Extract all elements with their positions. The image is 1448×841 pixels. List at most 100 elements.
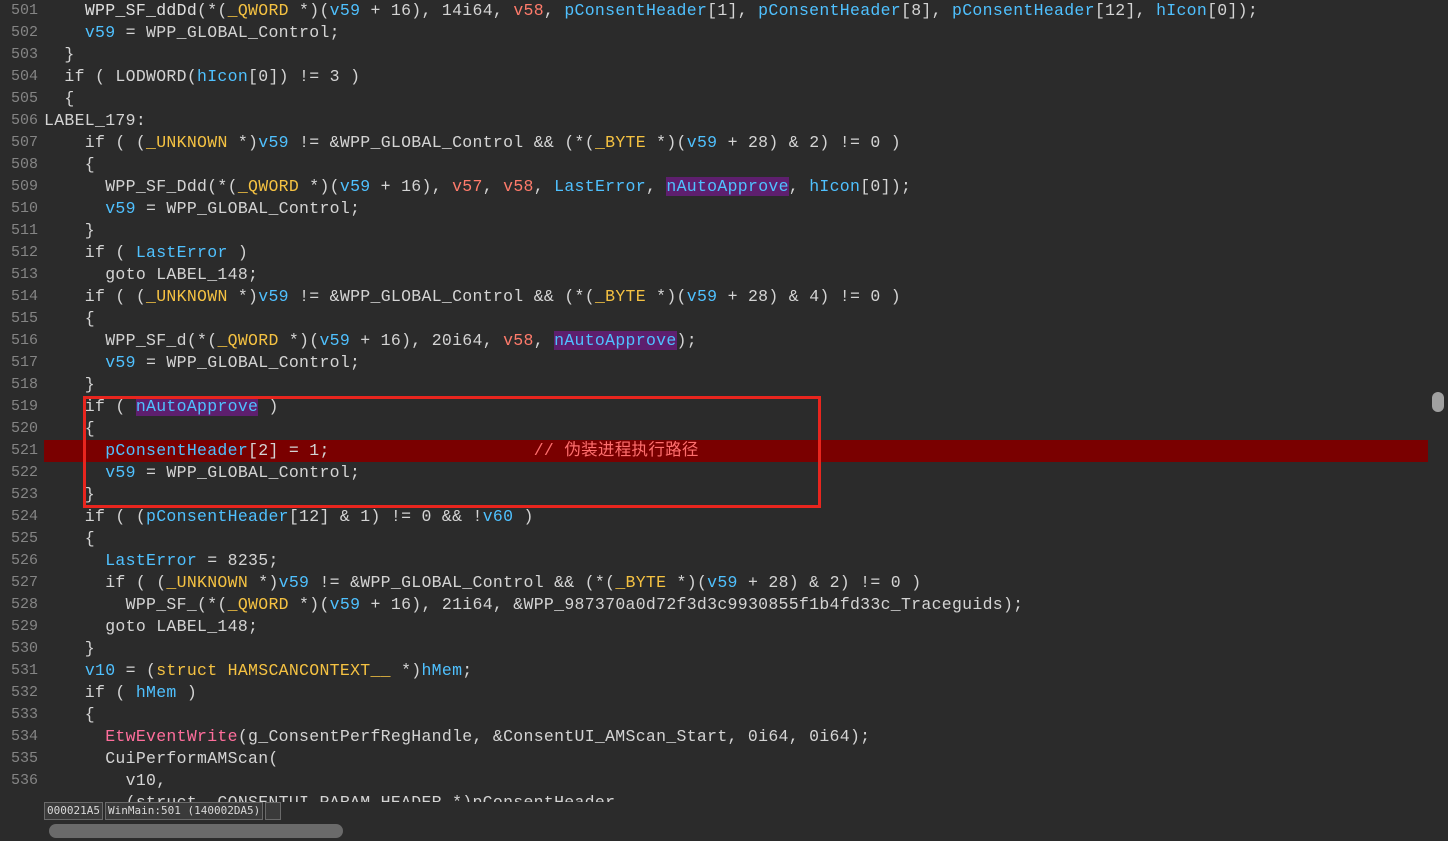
code-token: [0]); — [1207, 1, 1259, 20]
code-line[interactable]: goto LABEL_148; — [44, 616, 258, 638]
code-token: *) — [390, 661, 422, 680]
code-token: { — [44, 529, 96, 548]
code-token: *) — [248, 573, 279, 592]
code-line[interactable]: (struct _CONSENTUI_PARAM_HEADER *)pConse… — [44, 792, 615, 802]
horizontal-scroll-thumb[interactable] — [49, 824, 343, 838]
code-token: goto LABEL_148; — [44, 617, 259, 636]
code-line[interactable]: if ( LastError ) — [44, 242, 248, 264]
code-token: + 28) & 2) != 0 ) — [737, 573, 922, 592]
code-token: EtwEventWrite — [105, 727, 238, 746]
code-line[interactable]: if ( (pConsentHeader[12] & 1) != 0 && !v… — [44, 506, 534, 528]
code-line[interactable]: if ( (_UNKNOWN *)v59 != &WPP_GLOBAL_Cont… — [44, 132, 901, 154]
code-token: if ( ( — [44, 507, 147, 526]
code-token: nAutoApprove — [666, 177, 789, 196]
code-line[interactable]: { — [44, 88, 75, 110]
code-token: = WPP_GLOBAL_Control; — [135, 199, 361, 218]
code-token: if ( — [44, 683, 136, 702]
line-number: 522 — [10, 464, 38, 481]
code-token: { — [44, 309, 96, 328]
code-line[interactable]: WPP_SF_Ddd(*(_QWORD *)(v59 + 16), v57, v… — [44, 176, 911, 198]
code-token: (g_ConsentPerfRegHandle, &ConsentUI_AMSc… — [237, 727, 871, 746]
vertical-scroll-thumb[interactable] — [1432, 392, 1444, 412]
code-line[interactable]: v10 = (struct HAMSCANCONTEXT__ *)hMem; — [44, 660, 473, 682]
code-line[interactable]: if ( (_UNKNOWN *)v59 != &WPP_GLOBAL_Cont… — [44, 572, 921, 594]
code-token: LABEL_179: — [44, 111, 147, 130]
code-line[interactable]: CuiPerformAMScan( — [44, 748, 279, 770]
code-line[interactable]: if ( hMem ) — [44, 682, 197, 704]
line-number: 529 — [10, 618, 38, 635]
code-token: LastError — [554, 177, 646, 196]
code-token: ) — [513, 507, 534, 526]
code-token: [12], — [1094, 1, 1157, 20]
code-token: struct HAMSCANCONTEXT__ — [156, 661, 391, 680]
code-token: { — [44, 705, 96, 724]
code-token: + 16), — [370, 177, 453, 196]
code-token: + 16), 14i64, — [360, 1, 514, 20]
line-number: 503 — [10, 46, 38, 63]
code-line[interactable]: v59 = WPP_GLOBAL_Control; — [44, 198, 360, 220]
code-line[interactable]: } — [44, 638, 95, 660]
code-line[interactable]: } — [44, 44, 75, 66]
code-line[interactable]: v10, — [44, 770, 167, 792]
code-token: *)( — [288, 1, 330, 20]
code-line[interactable]: if ( LODWORD(hIcon[0]) != 3 ) — [44, 66, 360, 88]
code-token: pConsentHeader — [758, 1, 901, 20]
code-token: (*( — [197, 1, 228, 20]
code-token: _QWORD — [217, 331, 279, 350]
code-token: = WPP_GLOBAL_Control; — [115, 23, 340, 42]
line-number: 501 — [10, 2, 38, 19]
code-line[interactable]: { — [44, 704, 95, 726]
code-line[interactable]: v59 = WPP_GLOBAL_Control; — [44, 352, 360, 374]
code-token: CuiPerformAMScan( — [44, 749, 279, 768]
code-line[interactable]: WPP_SF_(*(_QWORD *)(v59 + 16), 21i64, &W… — [44, 594, 1023, 616]
line-number: 513 — [10, 266, 38, 283]
code-token: + 28) & 4) != 0 ) — [717, 287, 902, 306]
code-token: *)( — [299, 177, 340, 196]
code-token: pConsentHeader — [146, 507, 289, 526]
code-token: _UNKNOWN — [146, 287, 228, 306]
code-token: _UNKNOWN — [146, 133, 228, 152]
code-token: if ( ( — [44, 573, 167, 592]
line-number: 525 — [10, 530, 38, 547]
code-line[interactable]: WPP_SF_ddDd(*(_QWORD *)(v59 + 16), 14i64… — [44, 0, 1258, 22]
code-line[interactable]: { — [44, 308, 95, 330]
code-token: _QWORD — [227, 1, 289, 20]
code-line[interactable]: } — [44, 374, 95, 396]
code-line[interactable]: WPP_SF_d(*(_QWORD *)(v59 + 16), 20i64, v… — [44, 330, 697, 352]
code-token: != &WPP_GLOBAL_Control && (*( — [288, 287, 595, 306]
code-token: *) — [227, 287, 259, 306]
status-location: WinMain:501 (140002DA5) — [104, 802, 264, 820]
vertical-scrollbar[interactable] — [1428, 0, 1448, 841]
line-number: 519 — [10, 398, 38, 415]
line-number: 512 — [10, 244, 38, 261]
code-token: v10 — [84, 661, 116, 680]
code-line[interactable]: if ( (_UNKNOWN *)v59 != &WPP_GLOBAL_Cont… — [44, 286, 901, 308]
code-line[interactable]: } — [44, 220, 95, 242]
code-line[interactable]: EtwEventWrite(g_ConsentPerfRegHandle, &C… — [44, 726, 870, 748]
line-number-gutter: 501 502 503 504 505 506 507 508 509 510 511 512 513 5… — [0, 0, 44, 802]
code-line[interactable]: { — [44, 154, 95, 176]
code-token: _UNKNOWN — [166, 573, 249, 592]
line-number: 507 — [10, 134, 38, 151]
code-line[interactable]: v59 = WPP_GLOBAL_Control; — [44, 22, 340, 44]
code-token: WPP_SF_ddDd — [84, 1, 198, 20]
code-token: *)( — [645, 133, 687, 152]
code-token: v59 — [319, 331, 351, 350]
code-line[interactable]: LastError = 8235; — [44, 550, 279, 572]
code-token: v59 — [105, 199, 136, 218]
line-number: 530 — [10, 640, 38, 657]
code-token: pConsentHeader — [952, 1, 1095, 20]
code-token: , — [533, 331, 555, 350]
line-number: 517 — [10, 354, 38, 371]
line-number: 528 — [10, 596, 38, 613]
code-token: { — [44, 155, 96, 174]
line-number: 536 — [10, 772, 38, 789]
code-line[interactable]: LABEL_179: — [44, 110, 146, 132]
code-token: } — [44, 375, 96, 394]
code-line[interactable]: { — [44, 528, 95, 550]
code-token: v59 — [686, 287, 718, 306]
code-line[interactable]: goto LABEL_148; — [44, 264, 258, 286]
code-token: v58 — [503, 177, 534, 196]
